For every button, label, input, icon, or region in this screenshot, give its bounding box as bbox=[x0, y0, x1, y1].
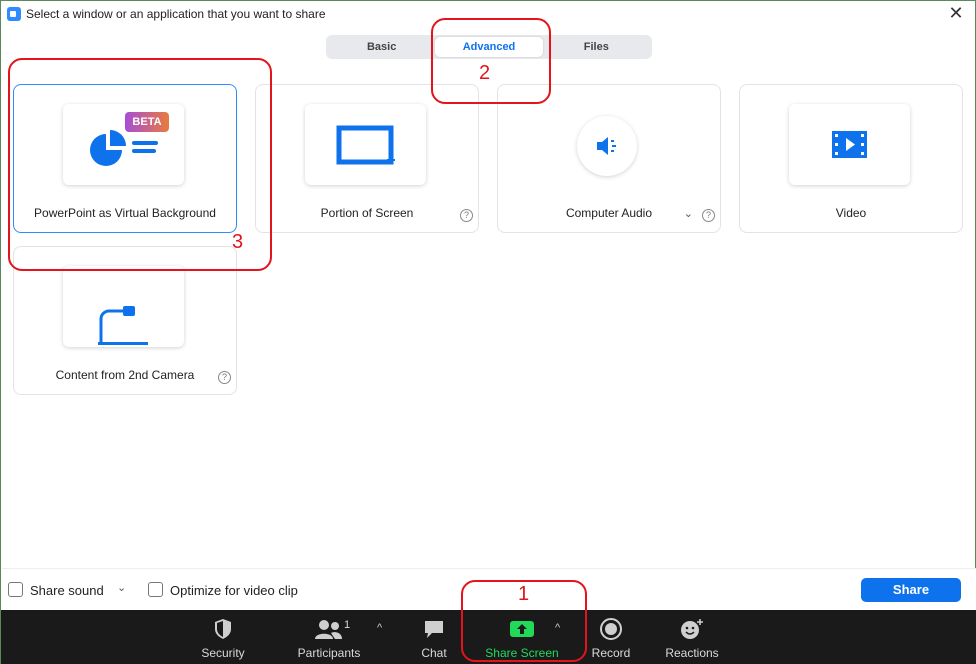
speaker-icon bbox=[597, 137, 616, 155]
optimize-video-label: Optimize for video clip bbox=[170, 583, 298, 598]
zoom-app-icon bbox=[7, 7, 21, 21]
security-label: Security bbox=[201, 646, 245, 660]
chevron-down-icon[interactable]: ⌄ bbox=[117, 581, 126, 594]
security-button[interactable]: Security bbox=[198, 610, 248, 664]
speaker-tile bbox=[577, 116, 637, 176]
help-icon[interactable]: ? bbox=[218, 371, 231, 384]
reactions-button[interactable]: Reactions bbox=[663, 610, 721, 664]
share-sound-checkbox[interactable] bbox=[8, 582, 23, 597]
help-icon[interactable]: ? bbox=[460, 209, 473, 222]
card-tile bbox=[63, 266, 184, 347]
record-label: Record bbox=[591, 646, 631, 660]
participants-icon bbox=[315, 620, 342, 639]
help-icon[interactable]: ? bbox=[702, 209, 715, 222]
card-label: Content from 2nd Camera bbox=[55, 368, 195, 382]
participants-button[interactable]: Participants bbox=[293, 610, 365, 664]
participants-count: 1 bbox=[344, 619, 351, 631]
tab-basic[interactable]: Basic bbox=[328, 37, 435, 57]
share-sound-label: Share sound bbox=[30, 583, 104, 598]
participants-caret-icon[interactable]: ^ bbox=[377, 622, 382, 634]
reactions-icon bbox=[681, 619, 703, 639]
close-button[interactable]: ✕ bbox=[946, 3, 966, 23]
chat-button[interactable]: Chat bbox=[415, 610, 453, 664]
chat-icon bbox=[425, 621, 443, 638]
share-button[interactable]: Share bbox=[861, 578, 961, 602]
card-label: Video bbox=[835, 206, 867, 220]
annotation-number-3: 3 bbox=[232, 231, 244, 253]
card-tile bbox=[305, 104, 426, 185]
card-label: Portion of Screen bbox=[320, 206, 414, 220]
optimize-video-checkbox[interactable] bbox=[148, 582, 163, 597]
card-portion-of-screen[interactable]: Portion of Screen ? bbox=[255, 84, 479, 233]
chat-label: Chat bbox=[421, 646, 447, 660]
annotation-number-2: 2 bbox=[479, 62, 491, 84]
share-dialog-window: Select a window or an application that y… bbox=[0, 0, 976, 664]
chevron-down-icon[interactable]: ⌄ bbox=[684, 207, 693, 220]
portion-of-screen-icon bbox=[336, 125, 395, 165]
card-video[interactable]: Video bbox=[739, 84, 963, 233]
film-icon bbox=[832, 131, 867, 158]
record-icon bbox=[600, 618, 622, 640]
annotation-number-1: 1 bbox=[518, 583, 530, 605]
card-tile bbox=[789, 104, 910, 185]
record-button[interactable]: Record bbox=[589, 610, 633, 664]
shield-icon bbox=[215, 619, 231, 639]
participants-label: Participants bbox=[297, 646, 361, 660]
annotation-box-2 bbox=[431, 18, 551, 104]
card-computer-audio[interactable]: Computer Audio ⌄ ? bbox=[497, 84, 721, 233]
reactions-label: Reactions bbox=[665, 646, 719, 660]
document-camera-icon bbox=[98, 306, 148, 345]
tab-files[interactable]: Files bbox=[543, 37, 650, 57]
window-title: Select a window or an application that y… bbox=[26, 7, 326, 21]
